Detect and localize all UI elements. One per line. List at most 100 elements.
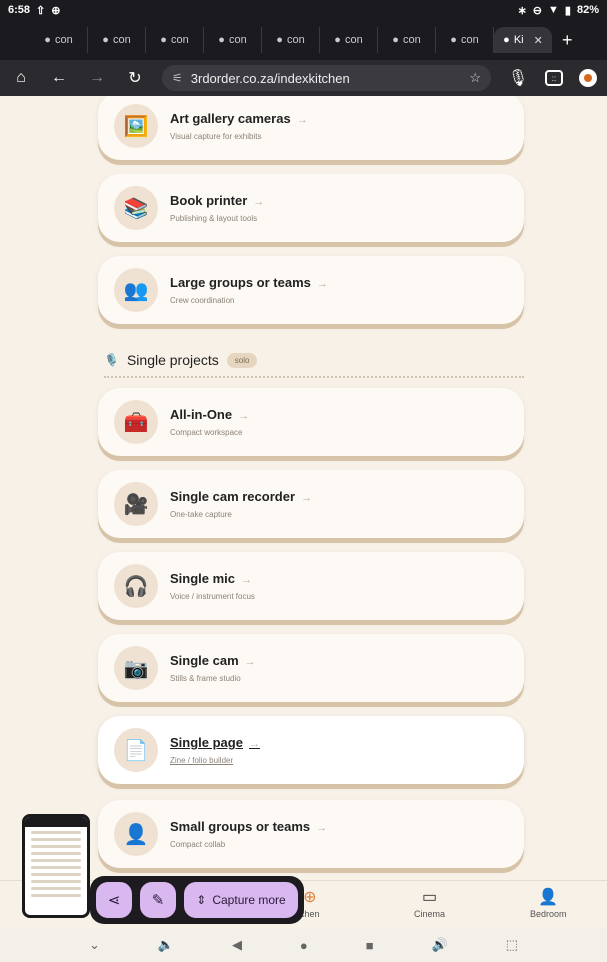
globe-icon: ● [44, 34, 51, 46]
volume-up-icon[interactable]: 🔊 [432, 937, 448, 953]
headphones-icon: 🎧 [114, 564, 158, 608]
arrow-right-icon: → [244, 656, 256, 668]
screenshot-icon[interactable]: ⬚ [506, 937, 518, 953]
card-subtitle: Visual capture for exhibits [170, 132, 262, 141]
globe-icon: ● [218, 34, 225, 46]
arrow-right-icon: → [248, 738, 260, 750]
url-text: 3rdorder.co.za/indexkitchen [190, 70, 350, 86]
list-item[interactable]: 🎥 Single cam recorder → One-take capture [98, 470, 524, 538]
section-badge: solo [226, 352, 258, 368]
arrow-right-icon: → [301, 492, 312, 504]
browser-tab[interactable]: ● con [146, 27, 204, 53]
tab-switcher-button[interactable]: :: [545, 70, 563, 86]
card-title: All-in-One [170, 407, 233, 422]
list-item[interactable]: 🧰 All-in-One → Compact workspace [98, 388, 524, 456]
list-item[interactable]: 👤 Small groups or teams → Compact collab [98, 800, 524, 868]
site-settings-icon[interactable]: ⚟ [172, 71, 183, 85]
dnd-icon: ⊖ [532, 4, 543, 17]
toolbox-icon: 🧰 [114, 400, 158, 444]
list-item[interactable]: 📄 Single page → Zine / folio builder [98, 716, 524, 784]
list-item[interactable]: 📷 Single cam → Stills & frame studio [98, 634, 524, 702]
browser-tab[interactable]: ● con [436, 27, 494, 53]
arrow-right-icon: → [316, 822, 328, 834]
profile-avatar[interactable] [579, 69, 597, 87]
back-icon[interactable]: ◀ [232, 937, 242, 953]
capture-more-button[interactable]: ⇕ Capture more [184, 882, 298, 918]
list-item[interactable]: 👥 Large groups or teams → Crew coordinati… [98, 256, 524, 324]
upload-icon: ⇧ [36, 4, 46, 17]
globe-icon: ● [392, 34, 399, 46]
card-subtitle: Publishing & layout tools [170, 214, 258, 223]
arrow-right-icon: → [241, 574, 253, 586]
nav-item-bedroom[interactable]: 👤 Bedroom [530, 887, 567, 919]
address-bar[interactable]: ⚟ 3rdorder.co.za/indexkitchen ☆ [162, 65, 491, 91]
list-item[interactable]: 🎧 Single mic → Voice / instrument focus [98, 552, 524, 620]
share-button[interactable]: ⋖ [96, 882, 132, 918]
card-subtitle: Zine / folio builder [170, 756, 234, 765]
expand-icon: ⇕ [196, 893, 207, 907]
browser-tab[interactable]: ● con [262, 27, 320, 53]
home-button-icon[interactable]: ● [300, 938, 308, 953]
card-title: Large groups or teams [170, 275, 311, 290]
battery-level: 82% [576, 4, 599, 16]
page-icon: 📄 [114, 728, 158, 772]
globe-icon: ● [160, 34, 167, 46]
browser-tab[interactable]: ● con [30, 27, 88, 53]
list-item[interactable]: 🖼️ Art gallery cameras → Visual capture f… [98, 96, 524, 160]
recents-icon[interactable]: ■ [366, 938, 374, 953]
reload-icon[interactable]: ↻ [124, 68, 146, 88]
vpn-icon: ⊕ [51, 4, 61, 17]
back-arrow-icon[interactable]: ← [48, 69, 70, 87]
globe-icon: ● [450, 34, 457, 46]
tab-strip: ● con ● con ● con ● con ● con ● con ● con ● con … [0, 20, 607, 60]
person-icon: 👤 [538, 889, 559, 906]
browser-tab[interactable]: ● con [204, 27, 262, 53]
arrow-right-icon: → [238, 410, 250, 422]
arrow-right-icon: → [253, 196, 265, 208]
browser-tab-active[interactable]: ● Ki ✕ [494, 27, 552, 53]
card-title: Single page [170, 735, 243, 750]
wifi-icon: ▼ [548, 4, 559, 16]
card-subtitle: Crew coordination [170, 296, 235, 305]
card-subtitle: Compact workspace [170, 428, 243, 437]
browser-tab[interactable]: ● con [88, 27, 146, 53]
section-title: Single projects [126, 352, 219, 368]
screenshot-thumbnail[interactable] [22, 814, 90, 918]
forward-arrow-icon[interactable]: → [86, 69, 108, 87]
chevron-down-icon[interactable]: ⌄ [89, 937, 100, 953]
edit-button[interactable]: ✎ [140, 882, 176, 918]
card-title: Book printer [170, 193, 248, 208]
capture-toolbar: ⋖ ✎ ⇕ Capture more [90, 876, 304, 924]
people-icon: 👥 [114, 268, 158, 312]
microphone-icon: 🎙️ [104, 353, 119, 367]
bookmark-star-icon[interactable]: ☆ [469, 70, 481, 86]
list-item[interactable]: 📚 Book printer → Publishing & layout tool… [98, 174, 524, 242]
globe-icon: ● [503, 34, 510, 46]
card-title: Single cam recorder [170, 489, 295, 504]
globe-icon: ● [334, 34, 341, 46]
new-tab-button[interactable]: + [562, 30, 573, 51]
nav-item-cinema[interactable]: ▭ Cinema [414, 887, 445, 919]
card-title: Single mic [170, 571, 236, 586]
video-camera-icon: 🎥 [114, 482, 158, 526]
avatar-dot [584, 74, 592, 82]
card-title: Small groups or teams [170, 819, 311, 834]
home-icon[interactable]: ⌂ [10, 69, 32, 87]
card-subtitle: One-take capture [170, 510, 232, 519]
person-icon: 👤 [114, 812, 158, 856]
browser-tab[interactable]: ● con [378, 27, 436, 53]
picture-icon: 🖼️ [114, 104, 158, 148]
card-subtitle: Stills & frame studio [170, 674, 241, 683]
status-bar: 6:58 ⇧ ⊕ ∗ ⊖ ▼ ▮ 82% [0, 0, 607, 20]
toolbar: ⌂ ← → ↻ ⚟ 3rdorder.co.za/indexkitchen ☆ … [0, 60, 607, 96]
camera-icon: 📷 [114, 646, 158, 690]
clock: 6:58 [8, 4, 31, 16]
section-header: 🎙️ Single projects solo [104, 348, 524, 378]
microphone-icon[interactable]: 🎙 [507, 68, 529, 88]
arrow-right-icon: → [316, 278, 328, 290]
volume-down-icon[interactable]: 🔈 [158, 937, 174, 953]
browser-tab[interactable]: ● con [320, 27, 378, 53]
books-icon: 📚 [114, 186, 158, 230]
close-tab-icon[interactable]: ✕ [534, 34, 543, 47]
battery-icon: ▮ [564, 4, 571, 17]
